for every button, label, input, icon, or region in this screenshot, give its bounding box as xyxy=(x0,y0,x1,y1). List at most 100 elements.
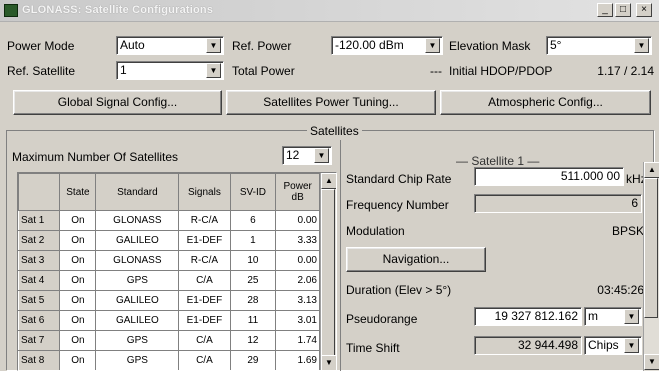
cell-signals[interactable]: E1-DEF xyxy=(178,230,231,251)
duration-value: 03:45:26 xyxy=(597,283,644,297)
detail-scroll-down-icon[interactable]: ▼ xyxy=(644,354,659,370)
frequency-number-field[interactable]: 6 xyxy=(474,194,642,213)
pseudorange-field[interactable]: 19 327 812.162 xyxy=(474,307,582,326)
satellites-power-tuning-button[interactable]: Satellites Power Tuning... xyxy=(226,90,436,115)
cell-standard[interactable]: GPS xyxy=(95,270,180,291)
cell-state[interactable]: On xyxy=(59,350,97,370)
max-satellites-dropdown-icon[interactable]: ▼ xyxy=(314,148,329,163)
cell-signals[interactable]: E1-DEF xyxy=(178,310,231,331)
cell-svid[interactable]: 29 xyxy=(229,350,277,370)
cell-signals[interactable]: R-C/A xyxy=(178,250,231,271)
cell-state[interactable]: On xyxy=(59,330,97,351)
cell-signals[interactable]: C/A xyxy=(178,330,231,351)
cell-svid[interactable]: 25 xyxy=(229,270,277,291)
ref-power-value: -120.00 xyxy=(335,38,376,52)
table-row[interactable]: Sat 5 On GALILEO E1-DEF 28 3.13 xyxy=(18,290,320,311)
cell-svid[interactable]: 12 xyxy=(229,330,277,351)
table-row[interactable]: Sat 6 On GALILEO E1-DEF 11 3.01 xyxy=(18,310,320,331)
cell-power[interactable]: 3.33 xyxy=(275,230,320,251)
detail-scroll-up-icon[interactable]: ▲ xyxy=(644,162,659,178)
atmospheric-config-button[interactable]: Atmospheric Config... xyxy=(440,90,651,115)
detail-scroll-thumb[interactable] xyxy=(644,178,658,318)
cell-svid[interactable]: 6 xyxy=(229,210,277,231)
cell-state[interactable]: On xyxy=(59,270,97,291)
time-shift-unit-dropdown-icon[interactable]: ▼ xyxy=(624,338,639,353)
cell-power[interactable]: 2.06 xyxy=(275,270,320,291)
cell-state[interactable]: On xyxy=(59,230,97,251)
table-row[interactable]: Sat 7 On GPS C/A 12 1.74 xyxy=(18,330,320,351)
max-satellites-value: 12 xyxy=(286,148,300,162)
scroll-up-icon[interactable]: ▲ xyxy=(321,173,336,189)
row-header[interactable]: Sat 3 xyxy=(18,250,61,271)
cell-power[interactable]: 1.74 xyxy=(275,330,320,351)
column-header-state: State xyxy=(59,173,97,211)
elevation-mask-dropdown-icon[interactable]: ▼ xyxy=(634,38,649,53)
cell-standard[interactable]: GALILEO xyxy=(95,290,180,311)
cell-power[interactable]: 0.00 xyxy=(275,210,320,231)
row-header[interactable]: Sat 4 xyxy=(18,270,61,291)
cell-state[interactable]: On xyxy=(59,210,97,231)
title-bar: GLONASS: Satellite Configurations _ □ × xyxy=(0,0,659,22)
cell-power[interactable]: 0.00 xyxy=(275,250,320,271)
cell-signals[interactable]: E1-DEF xyxy=(178,290,231,311)
satellite-table-scrollbar[interactable]: ▲ ▼ xyxy=(320,173,336,370)
frequency-number-value: 6 xyxy=(631,196,638,210)
ref-power-unit: dBm xyxy=(379,38,404,52)
table-row[interactable]: Sat 2 On GALILEO E1-DEF 1 3.33 xyxy=(18,230,320,251)
global-signal-config-button[interactable]: Global Signal Config... xyxy=(13,90,222,115)
cell-signals[interactable]: R-C/A xyxy=(178,210,231,231)
row-header[interactable]: Sat 7 xyxy=(18,330,61,351)
chip-rate-value: 511.000 00 xyxy=(560,169,620,183)
cell-standard[interactable]: GALILEO xyxy=(95,310,180,331)
scroll-thumb[interactable] xyxy=(321,189,335,365)
cell-state[interactable]: On xyxy=(59,250,97,271)
time-shift-field[interactable]: 32 944.498 xyxy=(474,336,582,355)
cell-standard[interactable]: GLONASS xyxy=(95,250,180,271)
ref-satellite-dropdown-icon[interactable]: ▼ xyxy=(206,63,221,78)
power-mode-dropdown-icon[interactable]: ▼ xyxy=(206,38,221,53)
duration-label: Duration (Elev > 5°) xyxy=(346,283,452,297)
ref-power-unit-dropdown-icon[interactable]: ▼ xyxy=(425,38,440,53)
cell-state[interactable]: On xyxy=(59,290,97,311)
cell-standard[interactable]: GPS xyxy=(95,350,180,370)
row-header[interactable]: Sat 5 xyxy=(18,290,61,311)
cell-signals[interactable]: C/A xyxy=(178,270,231,291)
cell-svid[interactable]: 11 xyxy=(229,310,277,331)
satellite-table-container: State Standard Signals SV-ID Power dB Sa… xyxy=(17,172,337,371)
detail-scrollbar[interactable]: ▲ ▼ xyxy=(643,162,659,371)
cell-standard[interactable]: GPS xyxy=(95,330,180,351)
column-header-power: Power dB xyxy=(275,173,320,211)
row-header[interactable]: Sat 6 xyxy=(18,310,61,331)
hdop-value: 1.17 / 2.14 xyxy=(597,64,654,78)
table-row[interactable]: Sat 4 On GPS C/A 25 2.06 xyxy=(18,270,320,291)
row-header[interactable]: Sat 1 xyxy=(18,210,61,231)
cell-power[interactable]: 1.69 xyxy=(275,350,320,370)
column-header-svid: SV-ID xyxy=(229,173,277,211)
cell-power[interactable]: 3.13 xyxy=(275,290,320,311)
satellites-section-title: Satellites xyxy=(307,124,362,138)
cell-svid[interactable]: 10 xyxy=(229,250,277,271)
close-button[interactable]: × xyxy=(636,3,652,17)
cell-standard[interactable]: GLONASS xyxy=(95,210,180,231)
elevation-mask-value: 5° xyxy=(550,38,562,52)
pseudorange-unit-dropdown-icon[interactable]: ▼ xyxy=(624,309,639,324)
total-power-label: Total Power xyxy=(232,64,295,78)
navigation-button[interactable]: Navigation... xyxy=(346,247,486,272)
row-header[interactable]: Sat 8 xyxy=(18,350,61,370)
table-row[interactable]: Sat 8 On GPS C/A 29 1.69 xyxy=(18,350,320,370)
minimize-button[interactable]: _ xyxy=(597,3,613,17)
cell-state[interactable]: On xyxy=(59,310,97,331)
table-row[interactable]: Sat 3 On GLONASS R-C/A 10 0.00 xyxy=(18,250,320,271)
cell-power[interactable]: 3.01 xyxy=(275,310,320,331)
pseudorange-value: 19 327 812.162 xyxy=(494,309,578,323)
row-header[interactable]: Sat 2 xyxy=(18,230,61,251)
table-row[interactable]: Sat 1 On GLONASS R-C/A 6 0.00 xyxy=(18,210,320,231)
cell-svid[interactable]: 1 xyxy=(229,230,277,251)
ref-power-label: Ref. Power xyxy=(232,39,292,53)
maximize-button[interactable]: □ xyxy=(615,3,631,17)
cell-standard[interactable]: GALILEO xyxy=(95,230,180,251)
scroll-down-icon[interactable]: ▼ xyxy=(321,355,336,370)
chip-rate-field[interactable]: 511.000 00 xyxy=(474,167,624,186)
cell-svid[interactable]: 28 xyxy=(229,290,277,311)
cell-signals[interactable]: C/A xyxy=(178,350,231,370)
